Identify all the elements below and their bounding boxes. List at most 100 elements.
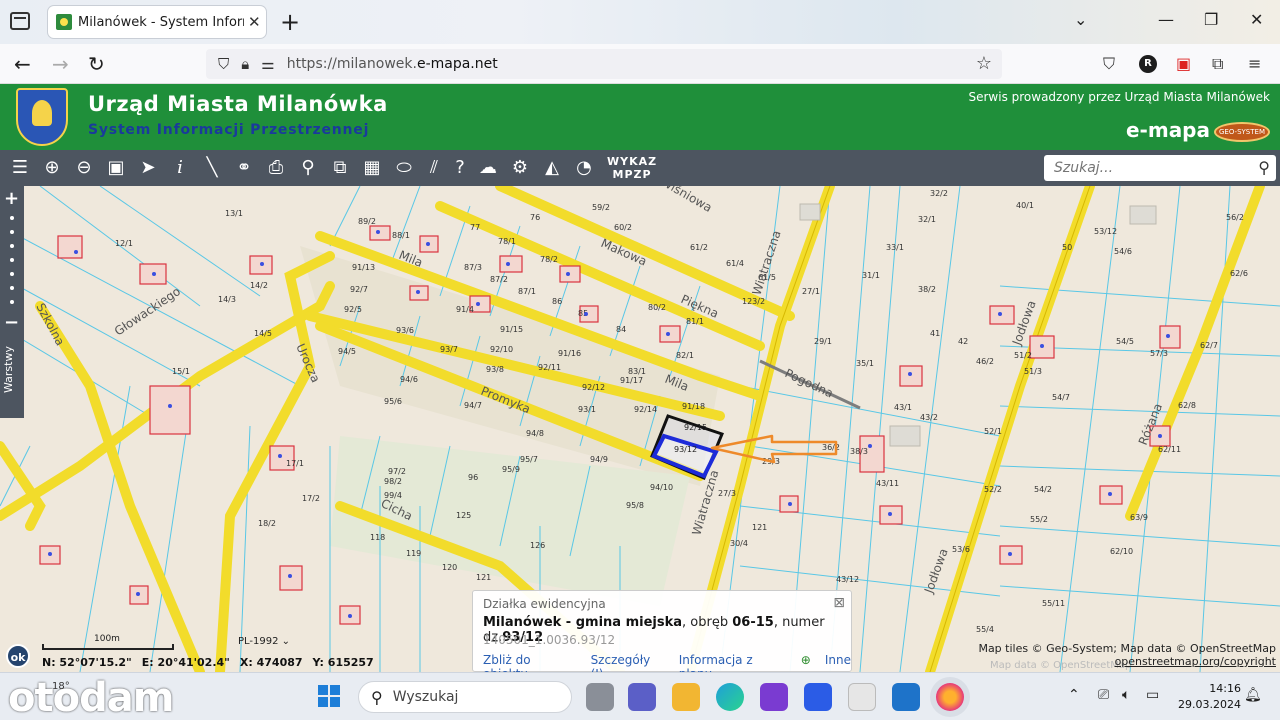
browser-tab[interactable]: Milanówek - System Informacji ✕ (48, 6, 266, 38)
new-tab-icon[interactable]: + (280, 8, 300, 36)
close-popup-icon[interactable]: ⊠ (833, 595, 845, 611)
zoom-level-dot[interactable] (10, 244, 14, 248)
edge-icon[interactable] (716, 683, 744, 711)
tab-list-icon[interactable] (10, 12, 30, 30)
attribution-link[interactable]: openstreetmap.org/copyright (978, 655, 1276, 668)
windows-start-icon[interactable] (318, 685, 340, 707)
ok-button[interactable]: ok (6, 644, 30, 668)
zoom-out-icon[interactable]: ⊖ (72, 156, 96, 180)
map-canvas[interactable]: 12/1 13/1 14/2 14/3 14/5 15/1 17/1 17/2 18/2 8… (0, 186, 1280, 672)
other-link[interactable]: Inne (825, 653, 851, 672)
zoom-level-dot[interactable] (10, 300, 14, 304)
zoom-in-icon[interactable]: ⊕ (40, 156, 64, 180)
zoom-out-button[interactable]: − (4, 312, 19, 333)
task-view-icon[interactable] (586, 683, 614, 711)
terrain-icon[interactable]: ◭ (540, 156, 564, 180)
taskbar-search[interactable]: ⚲ Wyszukaj (358, 681, 572, 713)
close-window-icon[interactable]: ✕ (1250, 10, 1263, 29)
layers-icon[interactable]: ☰ (8, 156, 32, 180)
reload-icon[interactable]: ↻ (88, 52, 105, 76)
zoom-level-dot[interactable] (10, 286, 14, 290)
lock-icon[interactable]: 🔒︎ (241, 55, 249, 73)
show-hidden-icons-icon[interactable]: ⌃ (1068, 687, 1080, 703)
cloud-download-icon[interactable]: ☁ (476, 156, 500, 180)
hatch-icon[interactable]: ⫽ (422, 156, 446, 180)
svg-text:17/2: 17/2 (302, 494, 320, 503)
svg-text:51/2: 51/2 (1014, 351, 1032, 360)
svg-text:121: 121 (476, 573, 491, 582)
mail-icon[interactable] (892, 683, 920, 711)
store-icon[interactable] (848, 683, 876, 711)
svg-text:51/3: 51/3 (1024, 367, 1042, 376)
projection-select[interactable]: PL-1992 ⌄ (238, 636, 290, 647)
address-bar[interactable]: ⛉ 🔒︎ ⚌ https://milanowek.e-mapa.net ☆ (206, 49, 1002, 79)
area-icon[interactable]: ⬭ (392, 156, 416, 180)
profile-avatar[interactable]: R (1139, 55, 1157, 73)
network-icon[interactable]: ⎚ (1098, 687, 1109, 703)
close-tab-icon[interactable]: ✕ (248, 13, 261, 31)
forward-icon[interactable]: → (52, 52, 69, 76)
file-explorer-icon[interactable] (672, 683, 700, 711)
plus-circle-icon[interactable]: ⊕ (801, 653, 811, 672)
chevron-down-icon[interactable]: ⌄ (1074, 10, 1087, 29)
zoom-level-dot[interactable] (10, 230, 14, 234)
svg-text:95/9: 95/9 (502, 465, 520, 474)
street-view-icon[interactable]: ⚲ (296, 156, 320, 180)
svg-text:62/11: 62/11 (1158, 445, 1181, 454)
minimize-icon[interactable]: — (1158, 10, 1174, 29)
layers-tab[interactable]: Warstwy (2, 346, 15, 393)
map-attribution: Map tiles © Geo-System; Map data © OpenS… (978, 642, 1276, 668)
svg-text:12/1: 12/1 (115, 239, 133, 248)
help-icon[interactable]: ? (448, 156, 472, 180)
print-icon[interactable]: ⎙ (264, 156, 288, 180)
export-icon[interactable]: ⧉ (328, 156, 352, 180)
zoom-to-object-link[interactable]: Zbliż do obiektu (483, 653, 577, 672)
svg-text:93/8: 93/8 (486, 365, 504, 374)
wykaz-mpzp-button[interactable]: WYKAZ MPZP (607, 155, 657, 181)
weather-widget[interactable]: 18° (52, 681, 70, 692)
volume-icon[interactable]: 🔈︎ (1122, 687, 1130, 703)
menu-icon[interactable]: ≡ (1248, 54, 1261, 73)
restore-icon[interactable]: ❐ (1204, 10, 1218, 29)
app-icon[interactable] (760, 683, 788, 711)
zoom-in-button[interactable]: + (4, 188, 19, 209)
permissions-icon[interactable]: ⚌ (261, 55, 274, 73)
svg-text:62/6: 62/6 (1230, 269, 1248, 278)
zoom-level-dot[interactable] (10, 258, 14, 262)
zoom-level-dot[interactable] (10, 216, 14, 220)
chat-icon[interactable]: ◔ (572, 156, 596, 180)
measure-icon[interactable]: ╲ (200, 156, 224, 180)
search-icon[interactable]: ⚲ (1258, 158, 1270, 177)
link-icon[interactable]: ⚭ (232, 156, 256, 180)
pocket-icon[interactable]: ⛉ (1103, 54, 1115, 74)
info-icon[interactable]: i (168, 156, 192, 180)
pointer-icon[interactable]: ➤ (136, 156, 160, 180)
details-link[interactable]: Szczegóły (I) (591, 653, 665, 672)
plan-info-link[interactable]: Informacja z planu (679, 653, 787, 672)
zoom-level-dot[interactable] (10, 272, 14, 276)
vscode-icon[interactable] (804, 683, 832, 711)
extensions-icon[interactable]: ⧉ (1212, 54, 1223, 74)
svg-text:38/2: 38/2 (918, 285, 936, 294)
teams-icon[interactable] (628, 683, 656, 711)
firefox-icon[interactable] (936, 683, 964, 711)
app-title: Urząd Miasta Milanówka (88, 92, 388, 116)
shield-icon[interactable]: ⛉ (218, 55, 229, 73)
svg-text:91/16: 91/16 (558, 349, 581, 358)
svg-text:91/15: 91/15 (500, 325, 523, 334)
clock[interactable]: 14:16 29.03.2024 (1178, 681, 1241, 713)
settings-icon[interactable]: ⚙ (508, 156, 532, 180)
svg-text:56/2: 56/2 (1226, 213, 1244, 222)
extension-pocket-icon[interactable]: ▣ (1176, 54, 1191, 73)
search-input[interactable] (1044, 155, 1234, 181)
table-icon[interactable]: ▦ (360, 156, 384, 180)
svg-text:52/2: 52/2 (984, 485, 1002, 494)
scale-label: 100m (94, 634, 120, 644)
bookmark-star-icon[interactable]: ☆ (976, 53, 992, 74)
notifications-icon[interactable]: 🔔︎ (1244, 687, 1262, 703)
url-text[interactable]: https://milanowek.e-mapa.net (287, 56, 498, 72)
full-extent-icon[interactable]: ▣ (104, 156, 128, 180)
svg-text:92/7: 92/7 (350, 285, 368, 294)
battery-icon[interactable]: ▭ (1146, 687, 1159, 703)
back-icon[interactable]: ← (14, 52, 31, 76)
